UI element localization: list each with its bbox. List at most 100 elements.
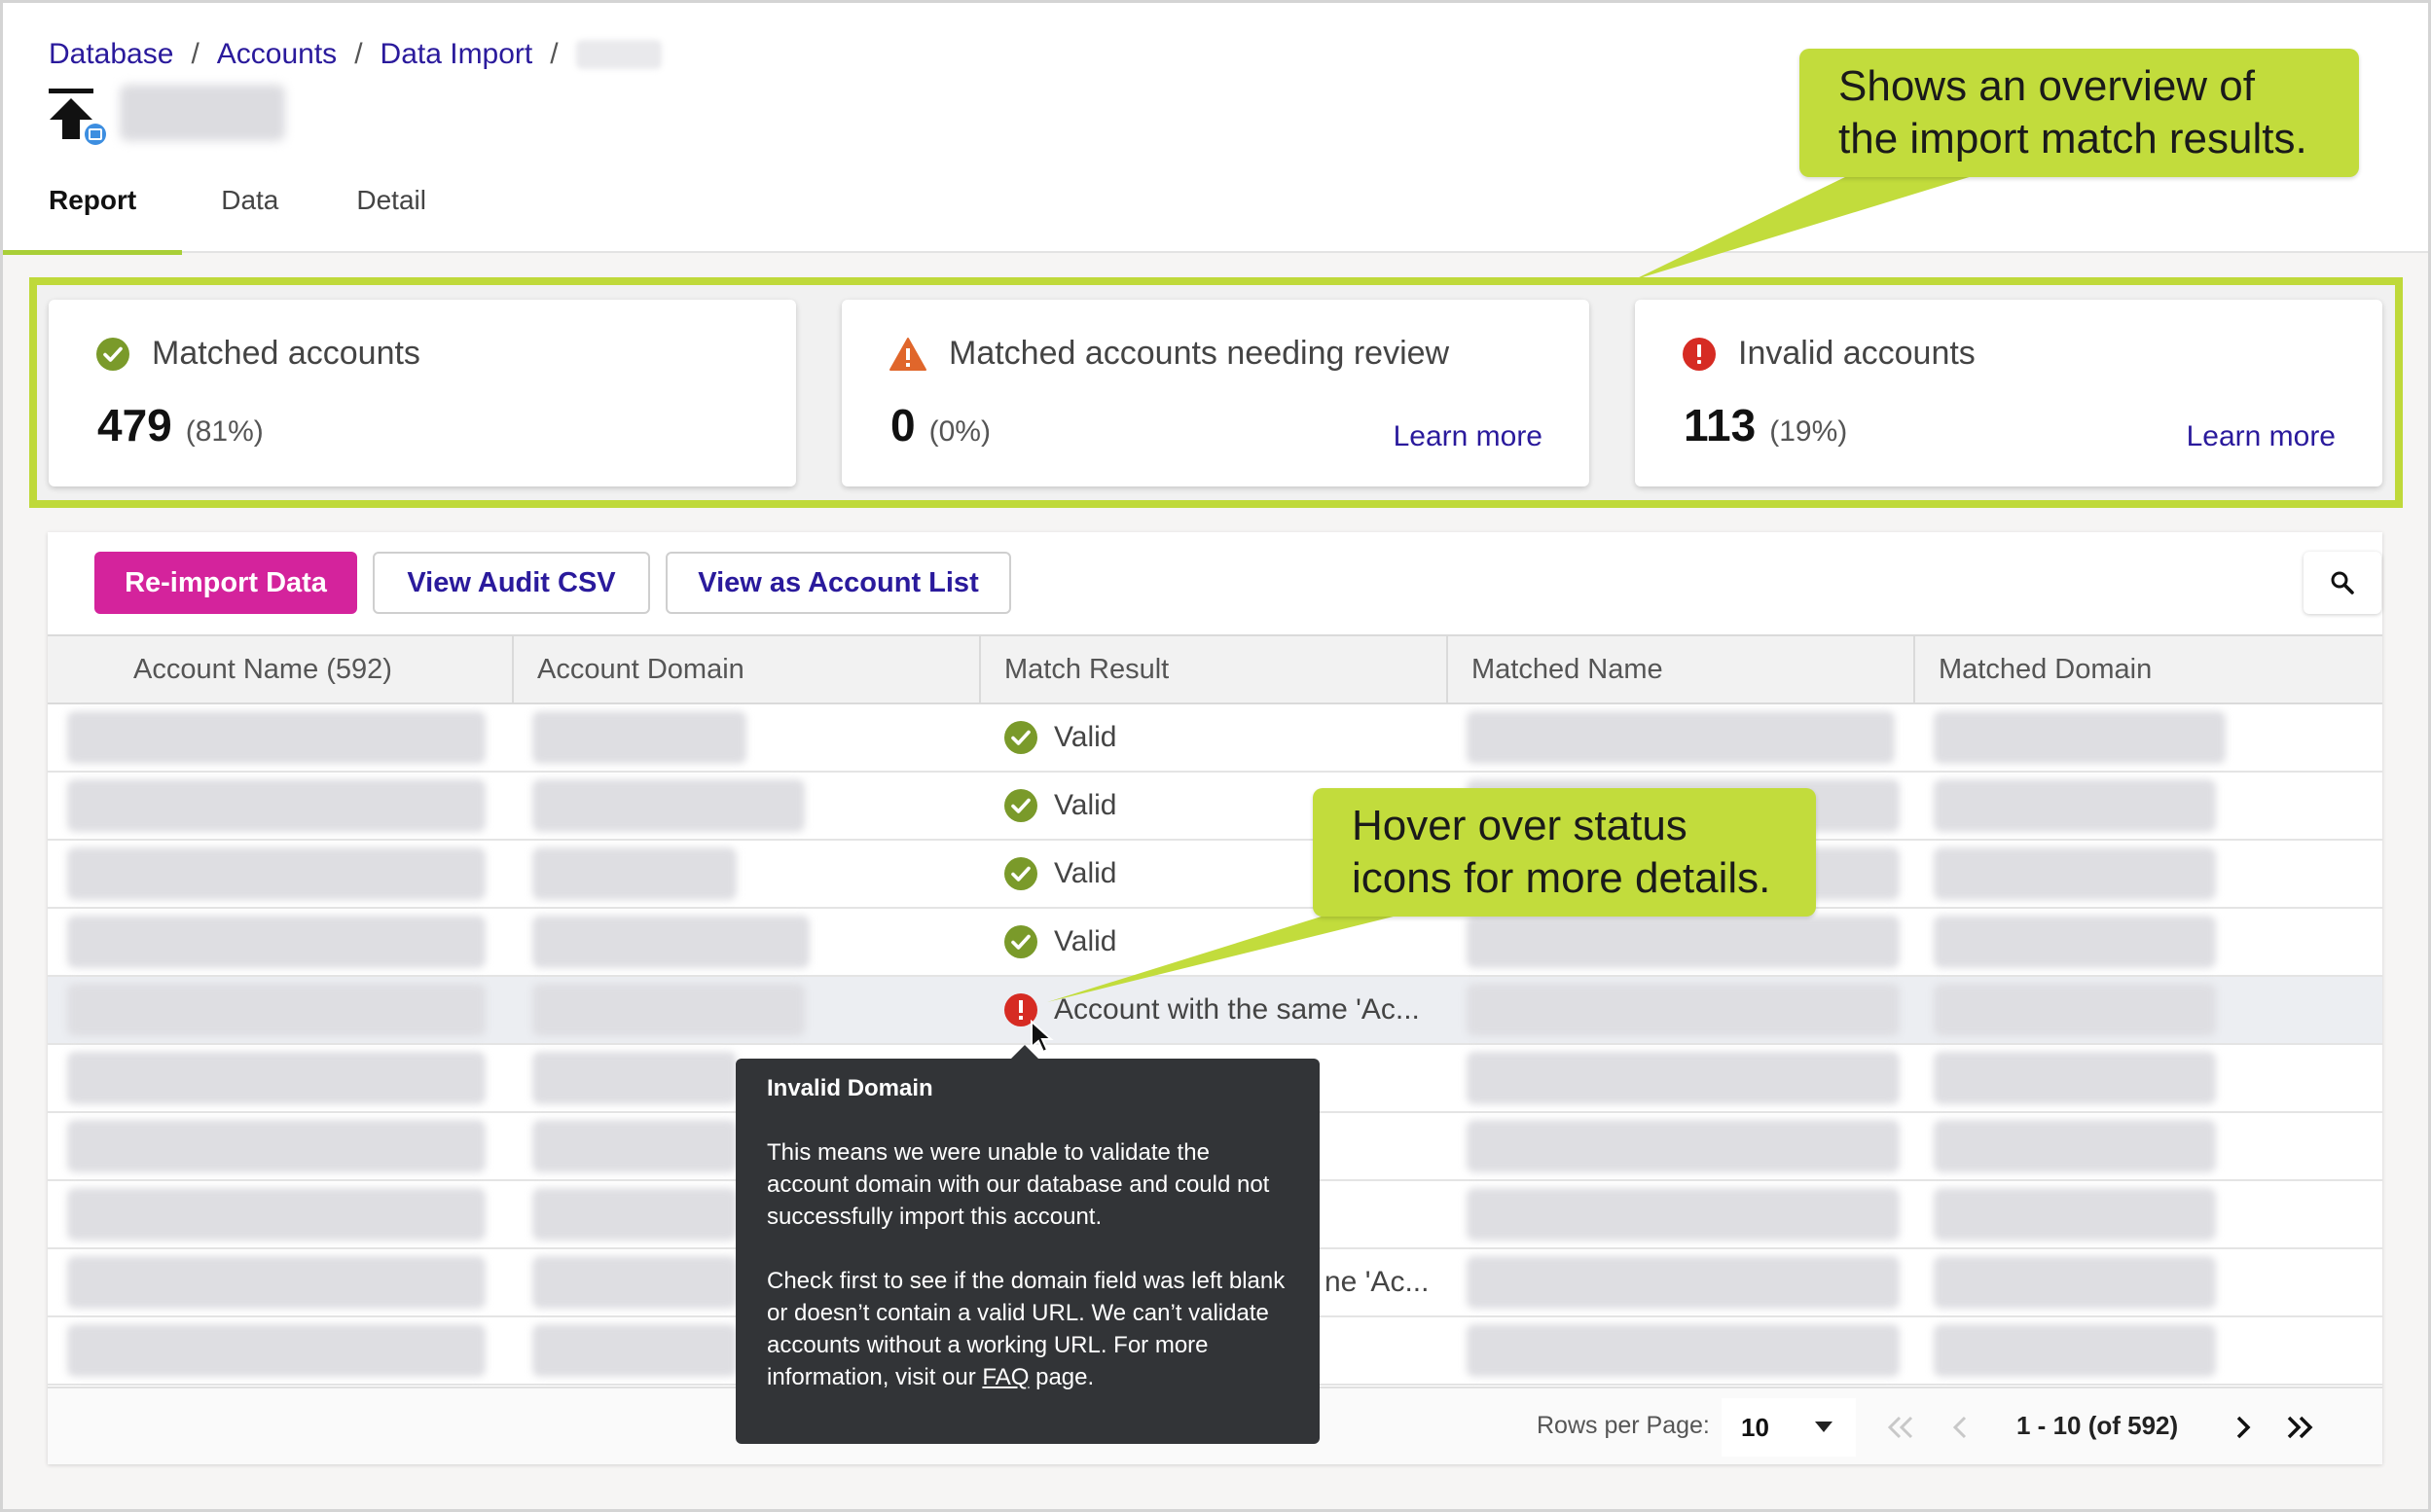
column-header-match-result[interactable]: Match Result xyxy=(980,634,1448,704)
match-result: Valid xyxy=(999,924,1447,959)
tooltip-paragraph-2-end: page. xyxy=(1035,1364,1095,1390)
tab-report[interactable]: Report xyxy=(3,166,183,255)
reimport-data-button[interactable]: Re-import Data xyxy=(94,552,357,614)
redacted-value xyxy=(1934,1188,2216,1241)
warning-triangle-icon xyxy=(889,337,926,371)
cell-matched-name xyxy=(1447,1248,1914,1317)
cell-account-name xyxy=(48,1316,513,1386)
redacted-value xyxy=(532,847,737,900)
breadcrumb-database[interactable]: Database xyxy=(49,38,173,71)
cell-account-name xyxy=(48,976,513,1045)
search-button[interactable] xyxy=(2304,552,2381,614)
view-as-account-list-button[interactable]: View as Account List xyxy=(666,552,1011,614)
card-title: Invalid accounts xyxy=(1738,335,1976,372)
tab-data[interactable]: Data xyxy=(182,166,317,253)
table-row[interactable]: Valid xyxy=(48,840,2382,909)
match-result-text: Valid xyxy=(1054,925,1117,957)
cell-matched-domain xyxy=(1914,1316,2382,1386)
faq-link[interactable]: FAQ xyxy=(982,1364,1029,1390)
redacted-value xyxy=(1934,916,2216,968)
breadcrumb-data-import[interactable]: Data Import xyxy=(381,38,533,71)
cell-account-domain xyxy=(513,908,980,977)
card-count: 113 xyxy=(1684,400,1757,450)
view-audit-csv-button[interactable]: View Audit CSV xyxy=(373,552,650,614)
cell-matched-name xyxy=(1447,1180,1914,1249)
redacted-value xyxy=(67,984,486,1036)
valid-status-icon[interactable] xyxy=(1003,720,1038,755)
match-result: Account with the same 'Ac... xyxy=(999,992,1447,1027)
cell-matched-domain xyxy=(1914,1180,2382,1249)
card-percent: (0%) xyxy=(928,415,991,448)
cell-matched-domain xyxy=(1914,840,2382,909)
cell-matched-domain xyxy=(1914,772,2382,841)
column-header-matched-domain[interactable]: Matched Domain xyxy=(1914,634,2382,704)
last-page-icon[interactable] xyxy=(2282,1410,2317,1445)
first-page-icon[interactable] xyxy=(1883,1410,1918,1445)
valid-status-icon[interactable] xyxy=(1003,924,1038,959)
table-row[interactable]: Valid xyxy=(48,703,2382,773)
card-invalid-accounts: Invalid accounts 113 (19%) Learn more xyxy=(1635,300,2382,486)
valid-status-icon[interactable] xyxy=(1003,856,1038,891)
card-count: 479 xyxy=(97,400,172,450)
redacted-value xyxy=(1934,1256,2216,1309)
next-page-icon[interactable] xyxy=(2226,1410,2261,1445)
cell-matched-name xyxy=(1447,1112,1914,1181)
search-icon xyxy=(2331,571,2354,594)
redacted-value xyxy=(67,1120,486,1172)
rows-per-page-value: 10 xyxy=(1741,1412,1769,1442)
cell-matched-name xyxy=(1447,908,1914,977)
table-row[interactable]: Account with the same 'Ac... xyxy=(48,976,2382,1045)
status-tooltip: Invalid Domain This means we were unable… xyxy=(736,1045,1320,1444)
table-row[interactable]: Valid xyxy=(48,908,2382,977)
redacted-value xyxy=(532,1324,737,1377)
tab-detail[interactable]: Detail xyxy=(317,166,465,253)
cell-account-name xyxy=(48,1180,513,1249)
previous-page-icon[interactable] xyxy=(1943,1410,1978,1445)
column-header-account-name[interactable]: Account Name (592) xyxy=(48,634,514,704)
cell-account-name xyxy=(48,908,513,977)
cell-account-domain xyxy=(513,703,980,773)
redacted-value xyxy=(1934,984,2216,1036)
cell-match-result: Valid xyxy=(980,703,1447,773)
redacted-value xyxy=(532,1120,737,1172)
hover-callout-line1: Hover over status xyxy=(1352,802,1687,849)
redacted-value xyxy=(67,711,486,764)
cell-matched-name xyxy=(1447,1316,1914,1386)
redacted-value xyxy=(1467,916,1900,968)
valid-status-icon[interactable] xyxy=(1003,788,1038,823)
column-header-account-domain[interactable]: Account Domain xyxy=(513,634,981,704)
tooltip-title: Invalid Domain xyxy=(767,1075,933,1101)
match-result-text: Valid xyxy=(1054,789,1117,821)
redacted-value xyxy=(532,711,746,764)
page-range: 1 - 10 (of 592) xyxy=(2016,1411,2179,1440)
match-result-text: Account with the same 'Ac... xyxy=(1054,993,1420,1026)
table-header-row: Account Name (592) Account Domain Match … xyxy=(48,634,2382,704)
cell-account-name xyxy=(48,772,513,841)
rows-per-page-select[interactable]: 10 xyxy=(1722,1398,1856,1457)
breadcrumb-accounts[interactable]: Accounts xyxy=(217,38,337,71)
redacted-value xyxy=(1467,1256,1900,1309)
error-circle-icon xyxy=(1683,337,1716,371)
redacted-value xyxy=(1467,1324,1900,1377)
learn-more-link[interactable]: Learn more xyxy=(2187,420,2336,453)
cell-account-name xyxy=(48,1248,513,1317)
match-result-text: Valid xyxy=(1054,721,1117,753)
redacted-value xyxy=(67,1188,486,1241)
breadcrumb: Database / Accounts / Data Import / xyxy=(49,38,662,71)
cell-account-domain xyxy=(513,840,980,909)
table-row[interactable]: Valid xyxy=(48,772,2382,841)
hover-callout-line2: icons for more details. xyxy=(1352,854,1771,902)
tab-bar: Report Data Detail xyxy=(3,166,465,255)
redacted-value xyxy=(532,1052,737,1104)
redacted-value xyxy=(1467,711,1895,764)
card-title: Matched accounts xyxy=(152,335,420,372)
column-header-matched-name[interactable]: Matched Name xyxy=(1447,634,1915,704)
redacted-value xyxy=(1467,1052,1900,1104)
redacted-value xyxy=(1934,847,2216,900)
redacted-value xyxy=(532,984,805,1036)
cell-matched-domain xyxy=(1914,1248,2382,1317)
tooltip-paragraph-1: This means we were unable to validate th… xyxy=(767,1139,1270,1230)
hover-callout: Hover over status icons for more details… xyxy=(1313,788,1816,917)
page-title-redacted xyxy=(120,85,285,141)
learn-more-link[interactable]: Learn more xyxy=(1394,420,1542,453)
